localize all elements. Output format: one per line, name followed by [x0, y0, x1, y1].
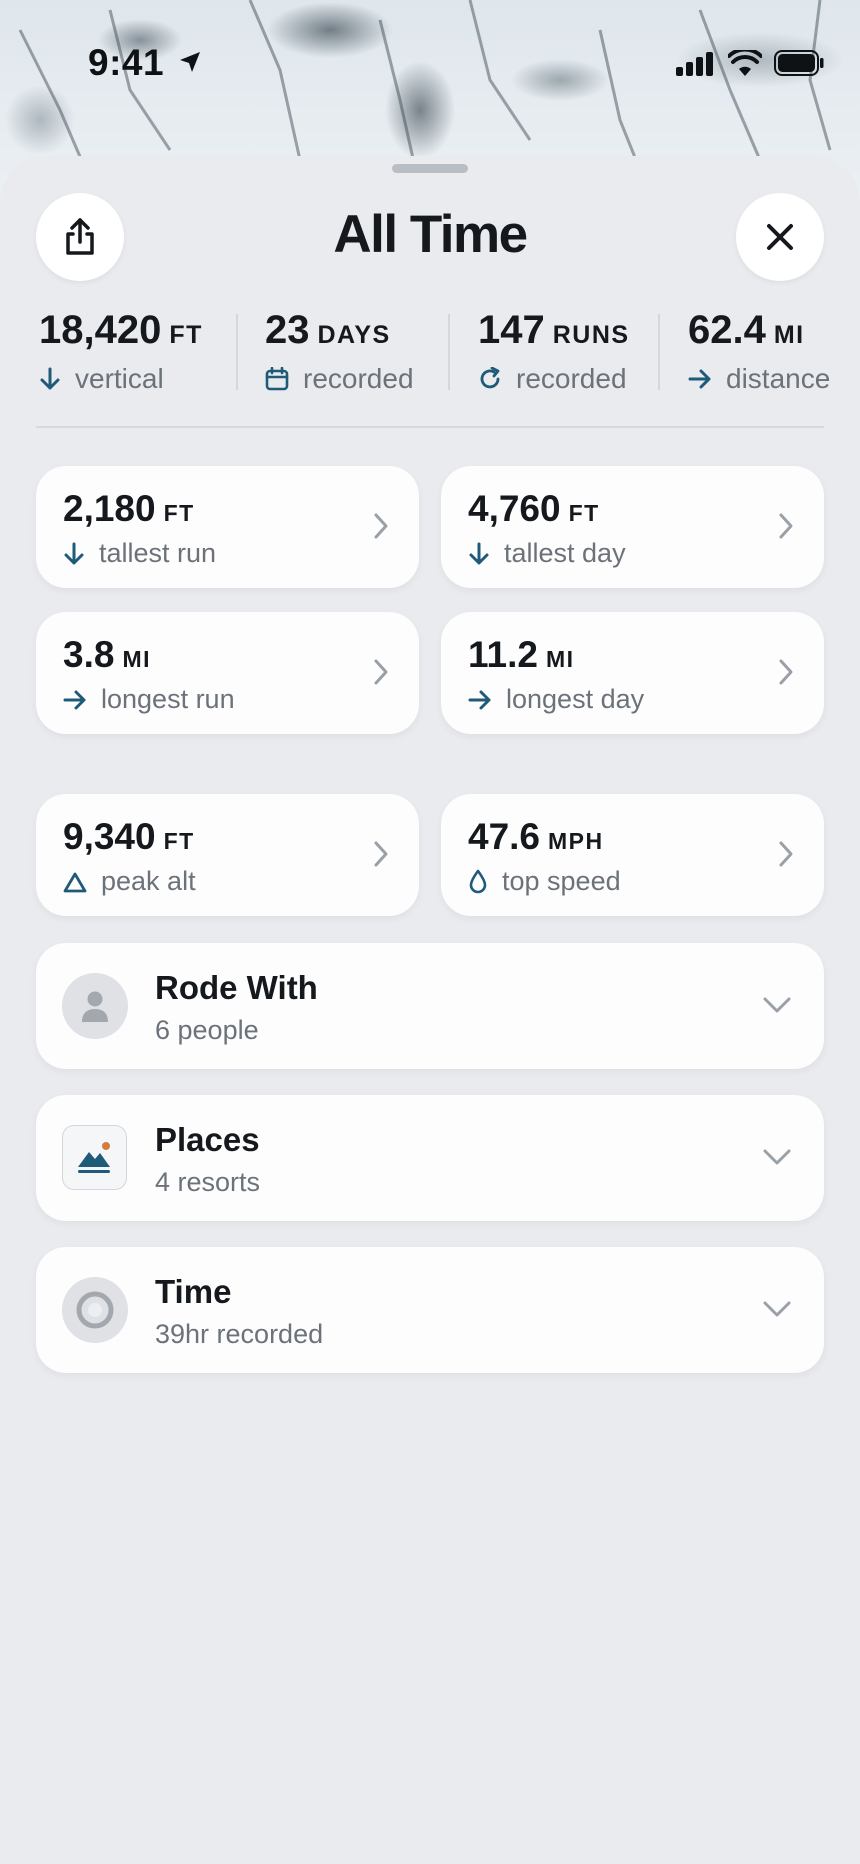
battery-icon	[774, 50, 824, 76]
mountain-icon	[77, 1141, 110, 1173]
stat-label: tallest run	[99, 538, 217, 568]
chevron-right-icon	[374, 513, 388, 539]
stat-unit: MI	[545, 646, 575, 672]
arrow-right-icon	[63, 690, 86, 709]
stat-label: longest day	[506, 684, 645, 714]
chevron-right-icon	[779, 659, 793, 685]
stat-unit: MI	[122, 646, 151, 672]
chevron-right-icon	[779, 841, 793, 867]
summary-strip[interactable]: 18,420 FT vertical 23 DAYS recorded 147 RUN…	[0, 308, 860, 404]
status-bar: 9:41	[0, 0, 860, 120]
summary-label: recorded	[303, 363, 414, 394]
summary-label: vertical	[75, 363, 164, 394]
chevron-down-icon	[763, 1149, 791, 1165]
page-title: All Time	[333, 205, 528, 264]
triangle-icon	[63, 872, 87, 892]
avatar	[62, 973, 128, 1039]
stat-value: 9,340	[63, 816, 156, 857]
sheet-grabber[interactable]	[392, 164, 468, 173]
divider	[36, 426, 824, 428]
arrow-right-icon	[468, 690, 491, 709]
stat-value: 3.8	[63, 634, 115, 675]
row-places[interactable]: Places 4 resorts	[36, 1095, 824, 1221]
stats-sheet: All Time 18,420 FT vertical 23 DAYS record…	[0, 156, 860, 1864]
summary-value: 23	[265, 308, 310, 352]
chevron-right-icon	[779, 513, 793, 539]
chevron-down-icon	[763, 1301, 791, 1317]
location-arrow-icon	[180, 52, 200, 72]
stat-label: longest run	[101, 684, 235, 714]
stat-unit: FT	[568, 500, 600, 526]
summary-label: distance	[726, 363, 831, 394]
chevron-right-icon	[374, 659, 388, 685]
stat-unit: FT	[163, 828, 195, 854]
stat-card-top-speed[interactable]: 47.6 MPH top speed	[441, 794, 824, 916]
stat-label: peak alt	[101, 866, 196, 896]
stat-card-longest-run[interactable]: 3.8 MI longest run	[36, 612, 419, 734]
person-icon	[82, 991, 108, 1022]
row-title: Rode With	[155, 969, 318, 1006]
calendar-icon	[265, 367, 289, 391]
divider	[448, 314, 450, 390]
stat-unit: FT	[163, 500, 195, 526]
stat-value: 11.2	[468, 634, 538, 675]
close-icon	[767, 224, 793, 250]
drop-icon	[469, 869, 487, 893]
stat-label: tallest day	[504, 538, 626, 568]
summary-unit: FT	[169, 321, 203, 349]
chevron-right-icon	[374, 841, 388, 867]
summary-days: 23 DAYS recorded	[265, 308, 414, 404]
summary-label: recorded	[516, 363, 627, 394]
stat-value: 2,180	[63, 488, 156, 529]
arrow-down-icon	[469, 542, 489, 564]
summary-value: 147	[478, 308, 545, 352]
arrow-down-icon	[40, 367, 60, 390]
status-time: 9:41	[88, 42, 165, 83]
stat-card-tallest-run[interactable]: 2,180 FT tallest run	[36, 466, 419, 588]
stat-value: 4,760	[468, 488, 561, 529]
arrow-right-icon	[688, 369, 711, 389]
divider	[236, 314, 238, 390]
wifi-icon	[728, 50, 762, 76]
chevron-down-icon	[763, 997, 791, 1013]
stat-card-peak-alt[interactable]: 9,340 FT peak alt	[36, 794, 419, 916]
clock-icon	[76, 1291, 114, 1329]
row-subtitle: 6 people	[155, 1015, 259, 1045]
summary-value: 18,420	[39, 308, 162, 352]
stat-unit: MPH	[548, 828, 604, 854]
summary-distance: 62.4 MI distance	[688, 308, 830, 404]
row-rode-with[interactable]: Rode With 6 people	[36, 943, 824, 1069]
summary-unit: DAYS	[317, 321, 391, 349]
summary-unit: MI	[773, 321, 805, 349]
stat-value: 47.6	[468, 816, 541, 857]
refresh-icon	[480, 367, 500, 389]
close-button[interactable]	[736, 193, 824, 281]
row-subtitle: 4 resorts	[155, 1167, 261, 1197]
summary-runs: 147 RUNS recorded	[478, 308, 630, 404]
row-title: Places	[155, 1121, 260, 1158]
summary-value: 62.4	[688, 308, 766, 352]
arrow-down-icon	[64, 542, 84, 564]
divider	[658, 314, 660, 390]
places-thumbnail	[62, 1125, 127, 1190]
stat-label: top speed	[502, 866, 621, 896]
time-badge	[62, 1277, 128, 1343]
summary-vertical: 18,420 FT vertical	[39, 308, 203, 404]
row-time[interactable]: Time 39hr recorded	[36, 1247, 824, 1373]
stat-card-tallest-day[interactable]: 4,760 FT tallest day	[441, 466, 824, 588]
row-subtitle: 39hr recorded	[155, 1319, 324, 1349]
summary-unit: RUNS	[552, 321, 630, 349]
cellular-signal-icon	[676, 52, 713, 76]
stat-card-longest-day[interactable]: 11.2 MI longest day	[441, 612, 824, 734]
row-title: Time	[155, 1273, 232, 1310]
